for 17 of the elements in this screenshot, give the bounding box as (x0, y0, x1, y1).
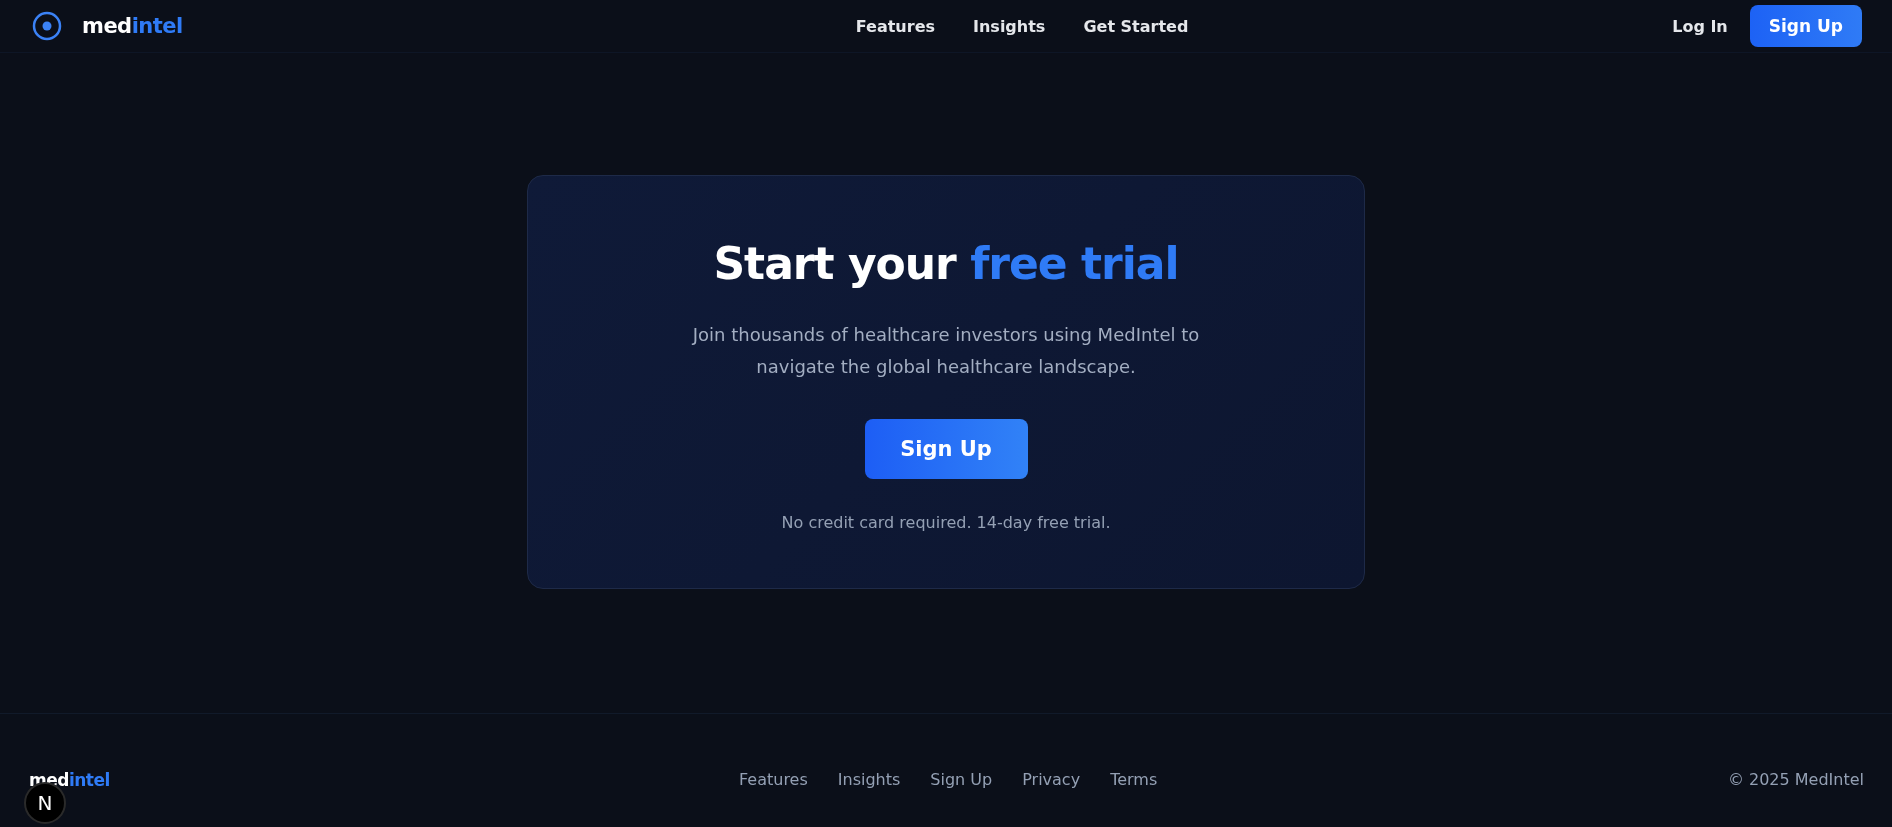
footer-link[interactable]: Insights (837, 770, 901, 789)
trial-note: No credit card required. 14-day free trial. (781, 513, 1111, 532)
footer-link[interactable]: Terms (1110, 770, 1158, 789)
signup-button[interactable]: Sign Up (864, 419, 1028, 479)
footer-link[interactable]: Sign Up (930, 770, 993, 789)
cta-description: Join thousands of healthcare investors using MedIntel to navigate the global healthcare landscape. (690, 323, 1201, 379)
logo-text[interactable]: medintel (82, 14, 183, 38)
copyright-text: © 2025 MedIntel (1727, 770, 1864, 789)
footer-link[interactable]: Features (739, 770, 808, 789)
cta-heading: Start your free trial (713, 238, 1179, 289)
logo-icon (32, 11, 62, 41)
login-link[interactable]: Log In (1672, 16, 1728, 36)
signup-button[interactable]: Sign Up (1749, 5, 1862, 47)
nav-link[interactable]: Insights (973, 16, 1046, 36)
nav-link[interactable]: Features (855, 16, 935, 36)
footer-link[interactable]: Privacy (1022, 770, 1081, 789)
nav-link[interactable]: Get Started (1083, 16, 1189, 36)
